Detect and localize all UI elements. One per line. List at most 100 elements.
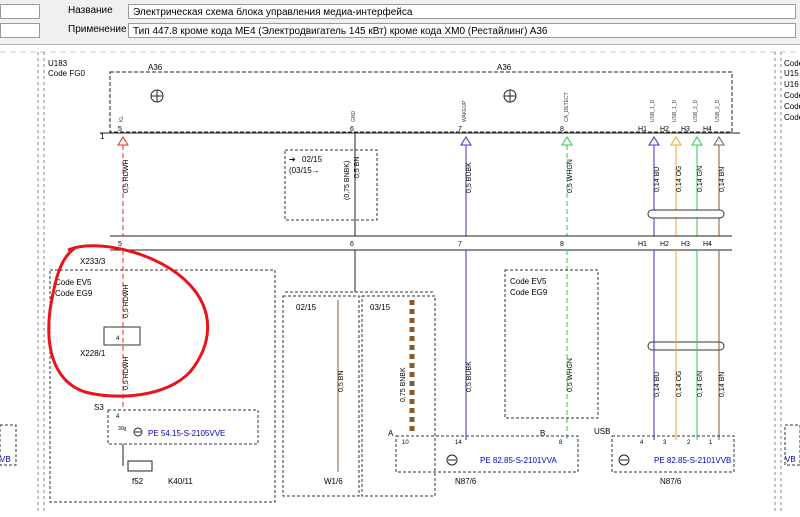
wire-labels-bottom: 0,5 RDWH 0,5 RDWH 0,5 BUBK 0,5 WHGN 0,14… [123, 285, 726, 397]
code-box-right-line2: Code EG9 [510, 288, 548, 297]
link-pe-54-15[interactable]: PE 54.15-S-2105VVE [148, 429, 225, 438]
usb-pin-2: 2 [687, 440, 691, 446]
label-whgn-top: 0,5 WHGN [567, 159, 574, 193]
usb-pin-3: 3 [663, 440, 667, 446]
twisted-pair-bottom [647, 341, 725, 351]
label-bnbk075: 0,75 BNBK [400, 367, 407, 402]
f52-label: f52 [132, 477, 144, 486]
code-box-left [49, 269, 276, 503]
usb-pin-1: 1 [709, 440, 713, 446]
left-link[interactable]: VB [0, 455, 11, 464]
twisted-pair-top [647, 209, 725, 219]
wiring-diagram-svg: U183 Code FG0 Code U15 U16 Code Code Cod… [0, 51, 800, 512]
pin-bus-left-label: 1 [100, 132, 105, 141]
header-stub [0, 4, 40, 19]
label-og-bottom: 0,14 OG [676, 371, 683, 397]
title-field[interactable]: Электрическая схема блока управления мед… [128, 4, 796, 19]
connector-b-label: B [540, 429, 545, 438]
label-gn-bottom: 0,14 GN [697, 371, 704, 397]
conn-a-pin-10: 10 [402, 440, 409, 446]
top-pin-signals: KL GND WAKEUP CA_DETECT USB_1_D USB_1_D … [119, 92, 721, 122]
label-rdwh-mid: 0,5 RDWH [123, 285, 130, 318]
date-box-02 [282, 295, 360, 497]
s3-pin-4: 4 [116, 414, 120, 420]
code-box-left-line1: Code EV5 [55, 278, 92, 287]
x228-pin: 4 [116, 336, 120, 342]
signal-usb2-b: USB_2_D [715, 99, 721, 122]
s3-ground-icon [133, 427, 143, 437]
x233-label: X233/3 [80, 257, 106, 266]
x228-connector [103, 326, 141, 346]
conn-b-pin-8: 8 [559, 440, 563, 446]
n87-right-ground-icon [618, 454, 630, 466]
application-field[interactable]: Тип 447.8 кроме кода ME4 (Электродвигате… [128, 23, 796, 38]
label-og-top: 0,14 OG [676, 166, 683, 192]
mid-pin-h1: H1 [638, 241, 647, 248]
header-row-application: Применение Тип 447.8 кроме кода ME4 (Эле… [0, 22, 800, 41]
module-label-left: A36 [148, 63, 163, 72]
link-pe-82-85-vva[interactable]: PE 82.85-S-2101VVA [480, 456, 557, 465]
date-box-1 [284, 149, 378, 221]
s3-label: S3 [94, 403, 104, 412]
link-pe-82-85-vvb[interactable]: PE 82.85-S-2101VVB [654, 456, 731, 465]
n87-left-label: N87/6 [455, 477, 477, 486]
s3-box [107, 409, 259, 445]
right-code-2: U15 [784, 69, 799, 78]
top-pin-5: 5 [118, 126, 122, 133]
connector-a-label: A [388, 429, 394, 438]
right-code-6: Code [784, 113, 800, 122]
signal-usb2-a: USB_2_D [693, 99, 699, 122]
top-pin-h1: H1 [638, 126, 647, 133]
title-label: Название [68, 5, 113, 16]
s3-pin-30g: 30g [118, 426, 127, 432]
module-symbol-right [503, 89, 517, 103]
top-connector-triangles [117, 136, 725, 146]
top-pin-7: 7 [458, 126, 462, 133]
label-gn-top: 0,14 GN [697, 166, 704, 192]
right-code-5: Code [784, 102, 800, 111]
signal-ca-detect: CA_DETECT [564, 92, 570, 122]
right-link[interactable]: VB [785, 455, 796, 464]
conn-a-pin-14: 14 [455, 440, 462, 446]
date-02-label: 02/15 [296, 303, 317, 312]
label-bu-bottom: 0,14 BU [654, 372, 661, 397]
n87-left-ground-icon [446, 454, 458, 466]
header-row-title: Название Электрическая схема блока управ… [0, 3, 800, 22]
header-stub [0, 23, 40, 38]
right-code-3: U16 [784, 80, 799, 89]
a36-module-box [109, 71, 733, 133]
left-code-2: Code FG0 [48, 69, 85, 78]
usb-pin-4: 4 [640, 440, 644, 446]
label-rdwh-top: 0,5 RDWH [123, 160, 130, 193]
top-pin-h4: H4 [703, 126, 712, 133]
mid-pin-h4: H4 [703, 241, 712, 248]
right-code-4: Code [784, 91, 800, 100]
n87-left-box [395, 435, 579, 473]
middle-pin-numbers: 5 6 7 8 H1 H2 H3 H4 [118, 241, 712, 248]
n87-right-label: N87/6 [660, 477, 682, 486]
n87-right-box [611, 435, 735, 473]
right-code-1: Code [784, 59, 800, 68]
module-label-right: A36 [497, 63, 512, 72]
date-03-label: 03/15 [370, 303, 391, 312]
usb-label: USB [594, 427, 610, 436]
date-box-line1: 02/15 [302, 155, 323, 164]
mid-pin-h3: H3 [681, 241, 690, 248]
k40-label: K40/11 [168, 477, 193, 486]
mid-pin-h2: H2 [660, 241, 669, 248]
signal-usb1-b: USB_1_D [672, 99, 678, 122]
date-box-arrow: ➔ [289, 155, 296, 164]
left-code-1: U183 [48, 59, 68, 68]
signal-wakeup: WAKEUP [462, 100, 468, 122]
mid-pin-6: 6 [350, 241, 354, 248]
label-bn14-top: 0,14 BN [719, 167, 726, 192]
mid-pin-7: 7 [458, 241, 462, 248]
label-rdwh-low: 0,5 RDWH [123, 357, 130, 390]
label-bubk-bottom: 0,5 BUBK [466, 361, 473, 392]
date-box-line2: (03/15→ [289, 166, 320, 175]
document-header: Название Электрическая схема блока управ… [0, 0, 800, 45]
wiring-diagram: U183 Code FG0 Code U15 U16 Code Code Cod… [0, 45, 800, 512]
signal-gnd: GND [351, 111, 357, 123]
label-bn-bottom: 0,5 BN [338, 371, 345, 392]
label-bn-alt: (0,75 BNBK) [344, 161, 351, 200]
